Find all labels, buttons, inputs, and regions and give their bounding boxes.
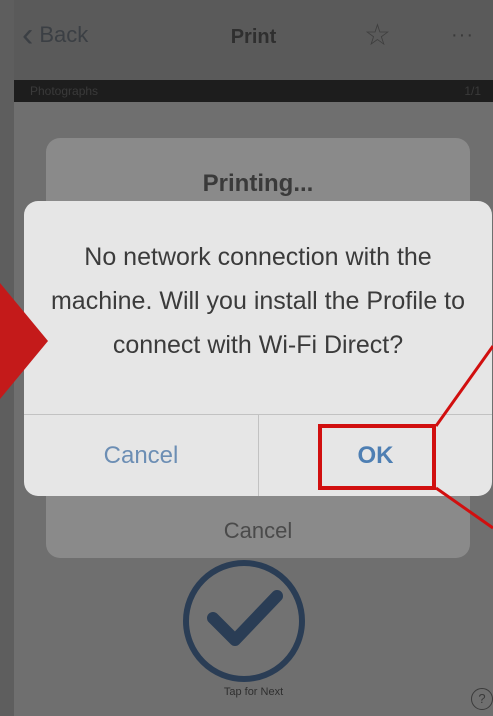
annotation-callout-lines (434, 345, 493, 530)
